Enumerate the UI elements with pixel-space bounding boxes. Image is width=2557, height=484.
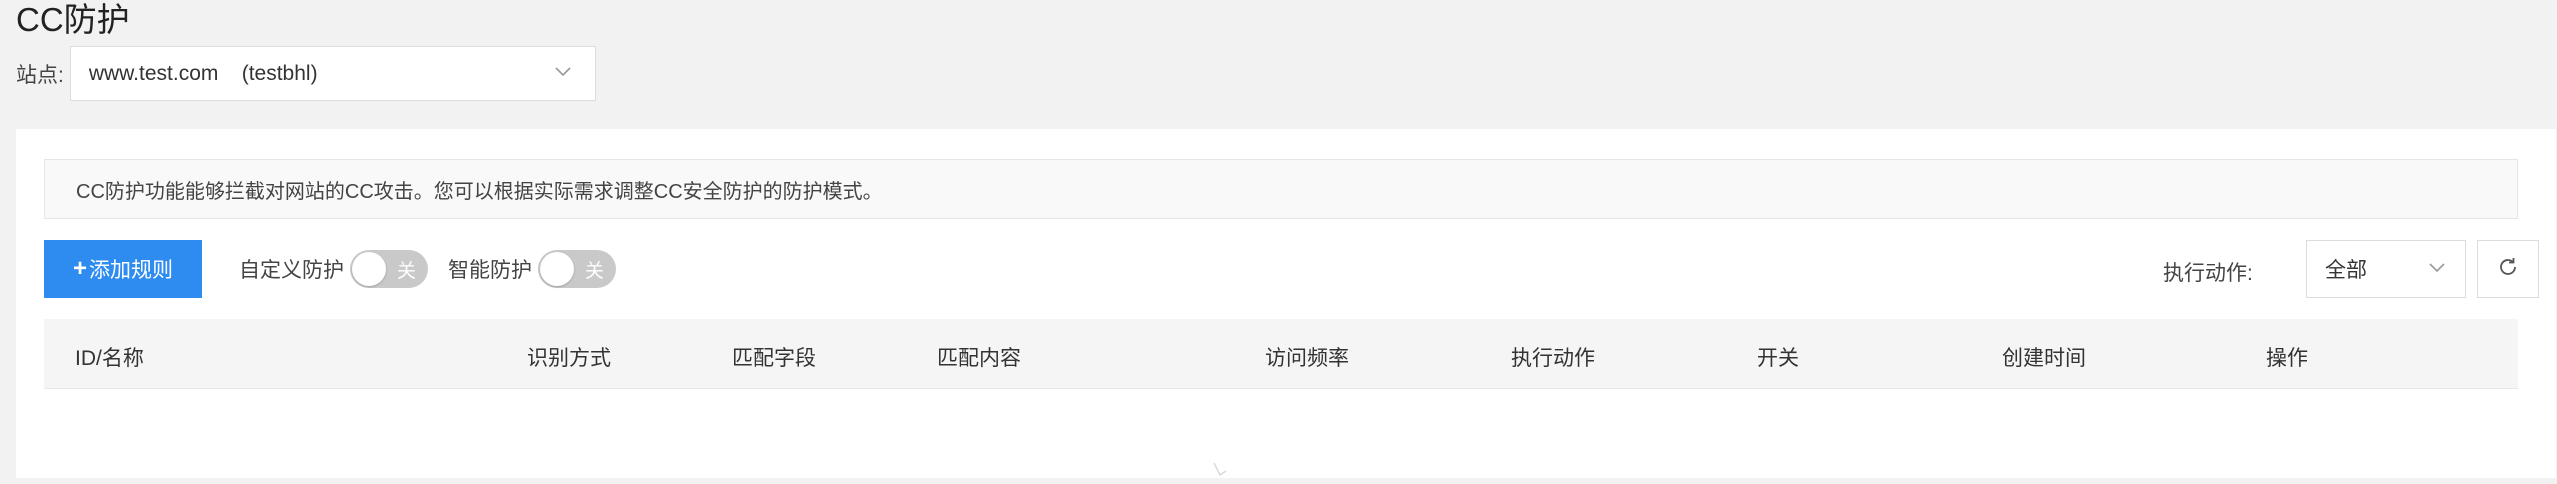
toolbar: + 添加规则 自定义防护 关 智能防护 关 执行动作: 全部 xyxy=(44,240,2539,298)
site-label: 站点: xyxy=(16,63,64,87)
page-title: CC防护 xyxy=(16,1,130,38)
site-selector-row: 站点: www.test.com (testbhl) xyxy=(16,45,596,102)
info-text: CC防护功能能够拦截对网站的CC攻击。您可以根据实际需求调整CC安全防护的防护模… xyxy=(76,180,883,203)
site-select-value: www.test.com (testbhl) xyxy=(88,61,318,85)
add-rule-button[interactable]: + 添加规则 xyxy=(44,240,202,298)
column-header-operations: 操作 xyxy=(2266,347,2308,370)
rules-table-header: ID/名称 识别方式 匹配字段 匹配内容 访问频率 执行动作 开关 创建时间 操… xyxy=(44,319,2518,389)
column-header-match-field: 匹配字段 xyxy=(732,347,816,370)
column-header-action: 执行动作 xyxy=(1511,347,1595,370)
action-filter-label: 执行动作: xyxy=(2163,262,2253,285)
column-header-identify-method: 识别方式 xyxy=(527,347,611,370)
switch-state-text: 关 xyxy=(584,261,604,282)
column-header-switch: 开关 xyxy=(1757,347,1799,370)
switch-state-text: 关 xyxy=(396,261,416,282)
column-header-id-name: ID/名称 xyxy=(75,347,144,370)
custom-protection-group: 自定义防护 关 xyxy=(239,240,428,298)
info-banner: CC防护功能能够拦截对网站的CC攻击。您可以根据实际需求调整CC安全防护的防护模… xyxy=(44,159,2518,219)
custom-protection-label: 自定义防护 xyxy=(239,259,344,282)
column-header-match-content: 匹配内容 xyxy=(937,347,1021,370)
smart-protection-group: 智能防护 关 xyxy=(448,240,616,298)
chevron-down-icon xyxy=(2427,258,2447,284)
column-header-created-time: 创建时间 xyxy=(2002,347,2086,370)
plus-icon: + xyxy=(72,255,87,282)
column-header-access-frequency: 访问频率 xyxy=(1265,347,1349,370)
site-select[interactable]: www.test.com (testbhl) xyxy=(69,46,596,101)
cc-protection-panel: CC防护功能能够拦截对网站的CC攻击。您可以根据实际需求调整CC安全防护的防护模… xyxy=(16,129,2556,478)
smart-protection-label: 智能防护 xyxy=(448,259,532,282)
add-rule-label: 添加规则 xyxy=(89,259,173,282)
empty-state-icon xyxy=(1212,459,1242,484)
switch-knob xyxy=(540,252,574,286)
action-filter-select[interactable]: 全部 xyxy=(2306,240,2466,298)
chevron-down-icon xyxy=(553,62,573,88)
switch-knob xyxy=(352,252,386,286)
action-filter-value: 全部 xyxy=(2325,259,2367,282)
custom-protection-switch[interactable]: 关 xyxy=(350,250,428,288)
refresh-icon xyxy=(2496,255,2520,284)
refresh-button[interactable] xyxy=(2477,240,2539,298)
smart-protection-switch[interactable]: 关 xyxy=(538,250,616,288)
